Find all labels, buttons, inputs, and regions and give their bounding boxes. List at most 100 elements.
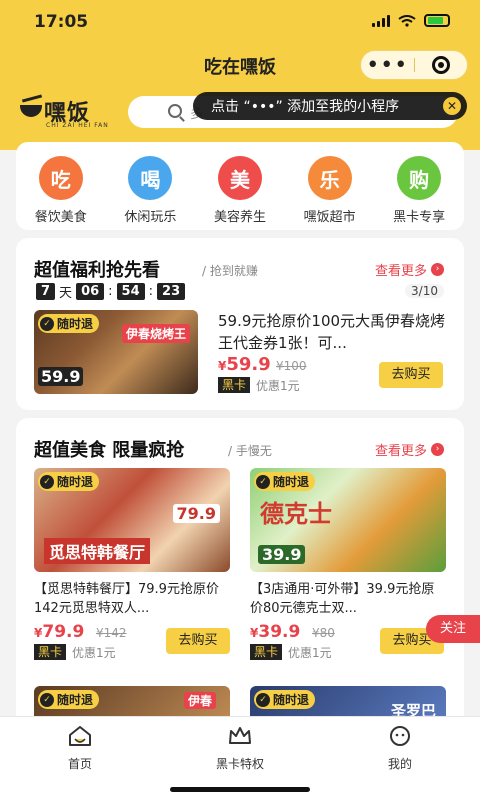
countdown-sep: :: [108, 284, 113, 299]
category-dining[interactable]: 吃 餐饮美食: [21, 156, 101, 230]
refund-tag: ✓ 随时退: [38, 690, 100, 709]
deal-image-text: 伊春烧烤王: [121, 324, 190, 343]
check-icon: ✓: [40, 474, 54, 489]
deal-title[interactable]: 59.9元抢原价100元大禹伊春烧烤王代金券1张！可...: [218, 310, 450, 354]
category-label: 美容养生: [213, 210, 266, 225]
item-price-value: 39.9: [258, 622, 301, 642]
tab-label: 黑卡特权: [215, 757, 264, 771]
carousel-pager: 3/10: [405, 284, 444, 298]
countdown-day-label: 天: [59, 286, 73, 301]
chopsticks-icon: [21, 94, 43, 103]
item-image[interactable]: ✓ 随时退 觅思特韩餐厅 79.9: [34, 468, 230, 572]
dining-icon: 吃: [38, 156, 83, 200]
wifi-icon: [398, 14, 416, 27]
refund-tag: ✓ 随时退: [38, 472, 100, 491]
item-image-text: 伊春: [183, 692, 216, 709]
deal-price-value: 59.9: [226, 354, 271, 375]
view-more-label: 查看更多: [374, 264, 427, 279]
item-price-value: 79.9: [42, 622, 85, 642]
check-icon: ✓: [40, 692, 54, 707]
item-image-text: 觅思特韩餐厅: [44, 538, 151, 564]
refund-tag-label: 随时退: [273, 693, 310, 707]
check-icon: ✓: [40, 316, 54, 331]
item-image[interactable]: ✓ 随时退 德克士 39.9: [250, 468, 446, 572]
bottom-tab-bar: 首页 黑卡特权 我的: [0, 716, 480, 800]
battery-icon: [424, 14, 450, 27]
profile-icon: [390, 726, 410, 746]
countdown-sep: :: [148, 284, 154, 299]
section-title: 超值福利抢先看: [34, 260, 160, 281]
category-leisure[interactable]: 喝 休闲玩乐: [110, 156, 190, 230]
deal-image[interactable]: ✓ 随时退 伊春烧烤王 59.9: [34, 310, 198, 394]
welfare-section: 超值福利抢先看 / 抢到就赚 查看更多 › 7 天 06 : 54 : 23 3…: [16, 238, 464, 410]
close-target-icon: [431, 56, 450, 74]
deal-price: ¥59.9: [218, 354, 271, 375]
category-label: 休闲玩乐: [124, 210, 177, 225]
logo-pinyin: CHI ZAI HEI FAN: [46, 122, 109, 129]
section-subtitle: / 抢到就赚: [202, 264, 258, 278]
tip-close-icon[interactable]: ✕: [443, 97, 461, 115]
deal-original-price: ¥100: [276, 359, 307, 373]
refund-tag-label: 随时退: [57, 317, 94, 331]
status-time: 17:05: [34, 12, 89, 32]
item-original-price: ¥142: [96, 626, 127, 640]
fun-icon: 乐: [307, 156, 352, 200]
black-card-badge: 黑卡: [218, 377, 251, 393]
category-label: 黑卡专享: [393, 210, 446, 225]
chevron-right-icon: ›: [431, 263, 444, 276]
mini-program-capsule: •••: [360, 50, 468, 80]
countdown-timer: 7 天 06 : 54 : 23: [36, 282, 186, 301]
status-bar: 17:05: [0, 0, 480, 44]
item-image-price: 39.9: [258, 545, 306, 564]
item-title[interactable]: 【觅思特韩餐厅】79.9元抢原价142元觅思特双人...: [34, 580, 230, 618]
item-image-text: 德克士: [260, 500, 332, 528]
black-card-badge: 黑卡: [34, 644, 67, 660]
category-supermarket[interactable]: 乐 嘿饭超市: [290, 156, 370, 230]
item-price: ¥39.9: [250, 622, 300, 642]
countdown-days: 7: [36, 283, 56, 300]
home-indicator: [170, 787, 310, 792]
chevron-right-icon: ›: [431, 443, 444, 456]
tab-label: 首页: [67, 757, 92, 771]
countdown-seconds: 23: [157, 283, 186, 300]
deal-image-price: 59.9: [38, 367, 84, 386]
refund-tag: ✓ 随时退: [254, 472, 316, 491]
search-icon: [168, 104, 182, 118]
category-grid: 吃 餐饮美食 喝 休闲玩乐 美 美容养生 乐 嘿饭超市 购 黑卡专享: [16, 142, 464, 230]
black-card-discount: 优惠1元: [288, 646, 332, 660]
home-icon: [69, 726, 91, 746]
refund-tag: ✓ 随时退: [254, 690, 316, 709]
tab-profile[interactable]: 我的: [320, 717, 480, 800]
close-mini-program-button[interactable]: [415, 51, 468, 79]
check-icon: ✓: [256, 692, 270, 707]
view-more-link[interactable]: 查看更多 ›: [375, 260, 444, 279]
refund-tag-label: 随时退: [57, 475, 94, 489]
item-price: ¥79.9: [34, 622, 84, 642]
refund-tag-label: 随时退: [57, 693, 94, 707]
item-original-price: ¥80: [312, 626, 335, 640]
tab-home[interactable]: 首页: [0, 717, 160, 800]
black-card-discount: 优惠1元: [256, 379, 300, 393]
item-title[interactable]: 【3店通用·可外带】39.9元抢原价80元德克士双...: [250, 580, 446, 618]
category-beauty[interactable]: 美 美容养生: [200, 156, 280, 230]
bowl-icon: [20, 105, 42, 117]
category-label: 餐饮美食: [34, 210, 87, 225]
view-more-link[interactable]: 查看更多 ›: [375, 440, 444, 459]
countdown-minutes: 54: [116, 283, 145, 300]
more-menu-button[interactable]: •••: [361, 51, 414, 79]
item-image-price: 79.9: [172, 504, 220, 523]
tab-label: 我的: [387, 757, 412, 771]
section-subtitle: / 手慢无: [228, 444, 272, 458]
black-card-discount: 优惠1元: [72, 646, 116, 660]
buy-button[interactable]: 去购买: [379, 362, 443, 388]
crown-icon: [229, 727, 251, 744]
category-black-card[interactable]: 购 黑卡专享: [379, 156, 459, 230]
refund-tag: ✓ 随时退: [38, 314, 100, 333]
buy-button[interactable]: 去购买: [166, 628, 230, 654]
follow-button[interactable]: 关注: [426, 615, 480, 643]
section-title: 超值美食 限量疯抢: [34, 440, 185, 461]
countdown-hours: 06: [76, 283, 105, 300]
black-card-badge: 黑卡: [250, 644, 283, 660]
status-icons: [372, 14, 450, 27]
beauty-icon: 美: [217, 156, 262, 200]
